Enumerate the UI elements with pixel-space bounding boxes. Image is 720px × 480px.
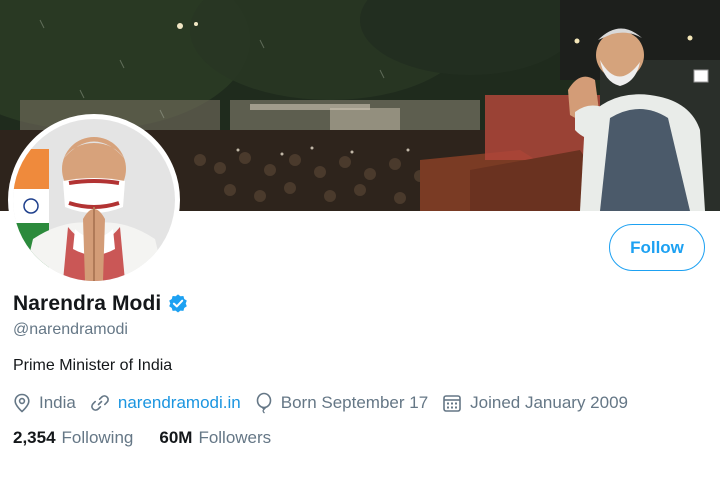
profile-handle: @narendramodi <box>13 321 128 338</box>
following-stat[interactable]: 2,354 Following <box>13 428 133 448</box>
profile-bio: Prime Minister of India <box>13 357 173 374</box>
followers-count: 60M <box>159 428 193 447</box>
verified-badge-icon <box>169 294 188 313</box>
website-link[interactable]: narendramodi.in <box>118 393 241 413</box>
calendar-icon <box>443 395 461 412</box>
profile-stats: 2,354 Following 60M Followers <box>13 428 297 448</box>
following-label: Following <box>61 428 134 447</box>
meta-location: India <box>13 393 76 413</box>
follow-button[interactable]: Follow <box>609 224 705 271</box>
location-text: India <box>39 393 76 412</box>
followers-stat[interactable]: 60M Followers <box>159 428 271 448</box>
profile-name-row: Narendra Modi <box>13 292 189 316</box>
profile-meta: India narendramodi.in Born September 17 … <box>13 392 642 414</box>
display-name: Narendra Modi <box>13 292 162 315</box>
balloon-icon <box>256 392 272 414</box>
meta-birthday: Born September 17 <box>255 392 428 414</box>
avatar-photo <box>13 119 175 281</box>
location-pin-icon <box>14 393 30 413</box>
meta-joined: Joined January 2009 <box>442 393 628 413</box>
avatar[interactable] <box>8 114 180 286</box>
meta-website[interactable]: narendramodi.in <box>90 393 241 413</box>
joined-text: Joined January 2009 <box>470 393 628 412</box>
following-count: 2,354 <box>13 428 56 447</box>
followers-label: Followers <box>198 428 272 447</box>
birthday-text: Born September 17 <box>280 393 429 412</box>
link-icon <box>90 395 109 411</box>
